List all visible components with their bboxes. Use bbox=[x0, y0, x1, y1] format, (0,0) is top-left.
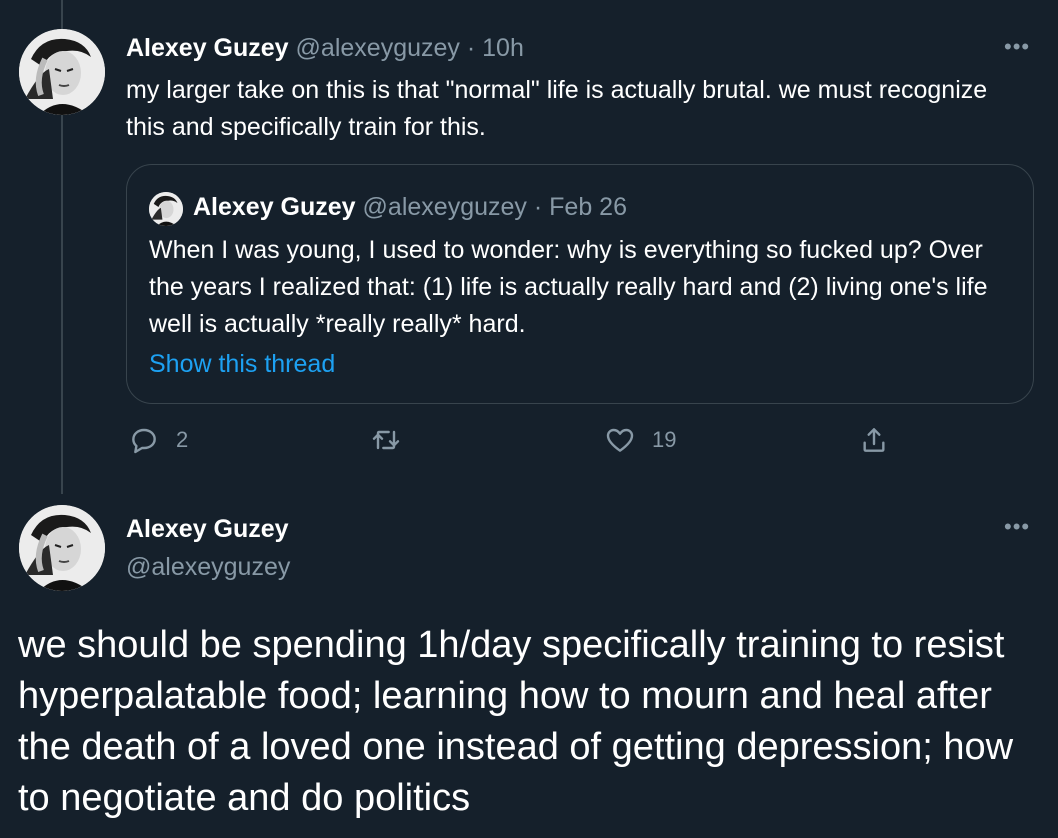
tweet-header: Alexey Guzey @alexeyguzey · 10h bbox=[126, 31, 524, 65]
like-icon bbox=[606, 428, 634, 452]
retweet-icon bbox=[372, 430, 400, 450]
author-handle[interactable]: @alexeyguzey bbox=[126, 550, 290, 584]
show-thread-link[interactable]: Show this thread bbox=[149, 347, 335, 381]
like-count: 19 bbox=[652, 427, 677, 452]
avatar-image bbox=[19, 505, 105, 591]
author-handle[interactable]: @alexeyguzey bbox=[296, 34, 460, 62]
retweet-button[interactable] bbox=[370, 424, 418, 456]
quoted-author-name: Alexey Guzey bbox=[193, 193, 356, 221]
tweet-actions: 2 19 bbox=[0, 424, 1058, 466]
share-icon bbox=[863, 428, 885, 452]
avatar[interactable] bbox=[19, 505, 105, 591]
separator-dot: · bbox=[533, 193, 543, 221]
share-button[interactable] bbox=[858, 424, 890, 456]
like-button[interactable]: 19 bbox=[604, 424, 676, 456]
tweet-text: my larger take on this is that "normal" … bbox=[126, 76, 988, 141]
reply-icon bbox=[132, 428, 156, 454]
author-name[interactable]: Alexey Guzey bbox=[126, 512, 289, 546]
reply-count: 2 bbox=[176, 427, 189, 452]
more-icon[interactable]: ••• bbox=[1004, 514, 1030, 540]
quoted-tweet[interactable]: Alexey Guzey @alexeyguzey · Feb 26 When … bbox=[126, 164, 1034, 404]
avatar-image bbox=[19, 29, 105, 115]
tweet-time[interactable]: 10h bbox=[482, 34, 524, 62]
quoted-author-handle: @alexeyguzey bbox=[362, 193, 527, 221]
avatar-image bbox=[149, 192, 183, 226]
quoted-header: Alexey Guzey @alexeyguzey · Feb 26 bbox=[193, 190, 627, 224]
reply-button[interactable]: 2 bbox=[128, 424, 188, 456]
avatar bbox=[149, 192, 183, 226]
separator-dot: · bbox=[466, 34, 476, 62]
quoted-text: When I was young, I used to wonder: why … bbox=[149, 236, 988, 338]
avatar[interactable] bbox=[19, 29, 105, 115]
more-icon[interactable]: ••• bbox=[1004, 34, 1030, 60]
quoted-time: Feb 26 bbox=[549, 193, 627, 221]
tweet-text: we should be spending 1h/day specificall… bbox=[18, 624, 1014, 819]
author-name[interactable]: Alexey Guzey bbox=[126, 34, 289, 62]
